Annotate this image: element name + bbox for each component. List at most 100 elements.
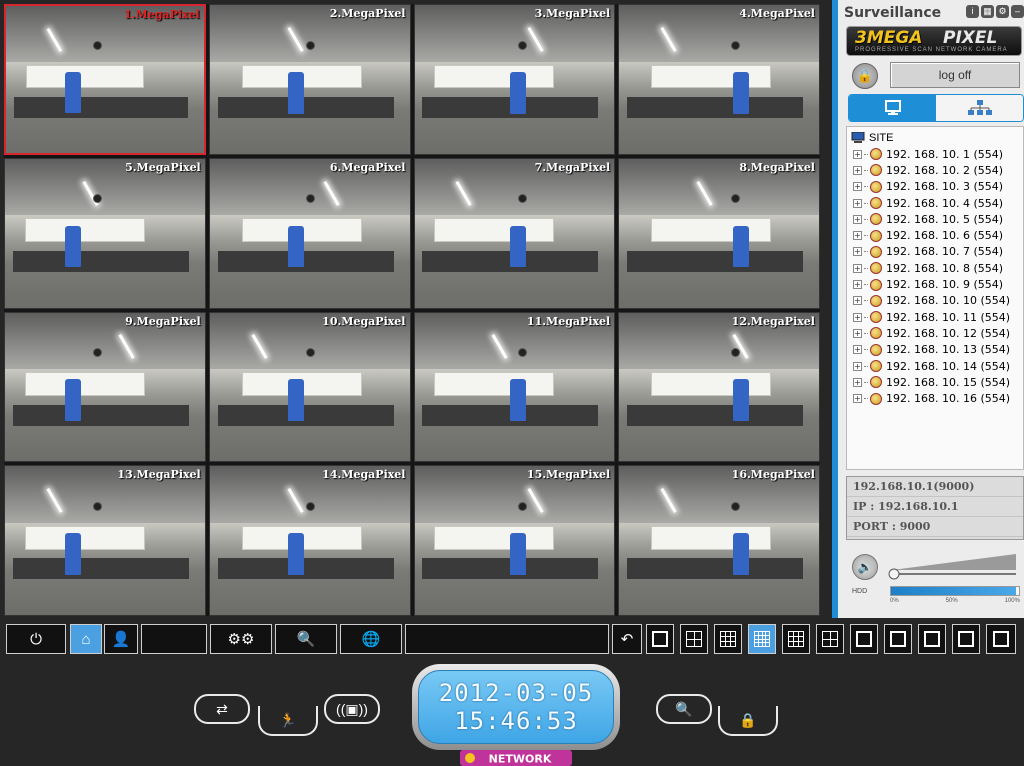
layout-4-button[interactable]	[680, 624, 708, 654]
logoff-button[interactable]: log off	[890, 62, 1020, 88]
expand-icon[interactable]: +	[853, 377, 862, 387]
tree-item[interactable]: +192. 168. 10. 9 (554)	[851, 276, 1023, 292]
expand-icon[interactable]: +	[853, 361, 862, 371]
info-icon[interactable]: i	[966, 5, 979, 18]
camera-tile[interactable]: 6.MegaPixel	[208, 157, 411, 309]
camera-tile[interactable]: 5.MegaPixel	[4, 157, 206, 309]
tree-item[interactable]: +192. 168. 10. 16 (554)	[851, 390, 1023, 406]
logo-secondary: PIXEL	[943, 28, 998, 48]
camera-tile[interactable]: 10.MegaPixel	[208, 311, 411, 463]
power-button[interactable]: ⏻	[6, 624, 66, 654]
expand-icon[interactable]: +	[853, 263, 862, 273]
camera-tile[interactable]: 8.MegaPixel	[618, 157, 820, 309]
expand-icon[interactable]: +	[853, 149, 862, 159]
tree-item[interactable]: +192. 168. 10. 8 (554)	[851, 260, 1023, 276]
backup-button[interactable]: 🔒	[718, 706, 778, 736]
camera-label: 3.MegaPixel	[534, 7, 611, 20]
lock-button[interactable]: 🔒	[852, 63, 878, 89]
tree-item[interactable]: +192. 168. 10. 5 (554)	[851, 211, 1023, 227]
globe-button[interactable]: 🌐	[340, 624, 402, 654]
expand-icon[interactable]: +	[853, 198, 862, 208]
user-button[interactable]: 👤	[104, 624, 138, 654]
camera-tile[interactable]: 16.MegaPixel	[618, 465, 820, 616]
info-connection: 192.168.10.1(9000)	[847, 477, 1023, 497]
expand-icon[interactable]: +	[853, 296, 862, 306]
camera-tile[interactable]: 4.MegaPixel	[618, 4, 820, 155]
layout-d-button[interactable]	[986, 624, 1016, 654]
tree-item[interactable]: +192. 168. 10. 4 (554)	[851, 195, 1023, 211]
clock-face: 2012-03-05 15:46:53	[418, 670, 614, 744]
layout-16-button[interactable]	[748, 624, 776, 654]
volume-slider[interactable]	[888, 552, 1020, 582]
expand-icon[interactable]: +	[853, 182, 862, 192]
expand-icon[interactable]: +	[853, 231, 862, 241]
info-ip: IP : 192.168.10.1	[847, 497, 1023, 517]
tree-item[interactable]: +192. 168. 10. 14 (554)	[851, 358, 1023, 374]
playback-search-button[interactable]: 🔍	[656, 694, 712, 724]
expand-icon[interactable]: +	[853, 165, 862, 175]
tree-item[interactable]: +192. 168. 10. 3 (554)	[851, 179, 1023, 195]
camera-tile[interactable]: 2.MegaPixel	[208, 4, 411, 155]
search-button[interactable]: 🔍	[275, 624, 337, 654]
camera-tile[interactable]: 13.MegaPixel	[4, 465, 206, 616]
expand-icon[interactable]: +	[853, 214, 862, 224]
camera-icon	[870, 294, 882, 307]
expand-icon[interactable]: +	[853, 328, 862, 338]
undo-button[interactable]: ↶	[612, 624, 642, 654]
tree-item[interactable]: +192. 168. 10. 15 (554)	[851, 374, 1023, 390]
expand-icon[interactable]: +	[853, 345, 862, 355]
camera-tile[interactable]: 11.MegaPixel	[413, 311, 616, 463]
layout-9-button[interactable]	[714, 624, 742, 654]
network-badge: NETWORK	[460, 750, 572, 766]
tree-connector	[864, 365, 868, 367]
layout-b-button[interactable]	[918, 624, 946, 654]
tree-item[interactable]: +192. 168. 10. 10 (554)	[851, 293, 1023, 309]
expand-icon[interactable]: +	[853, 280, 862, 290]
grid-icon[interactable]: ▦	[981, 5, 994, 18]
tree-item[interactable]: +192. 168. 10. 1 (554)	[851, 146, 1023, 162]
layout-a-button[interactable]	[884, 624, 912, 654]
tree-item[interactable]: +192. 168. 10. 2 (554)	[851, 162, 1023, 178]
tab-network[interactable]	[936, 95, 1023, 121]
camera-scene-desk	[217, 97, 394, 119]
layout-13-button[interactable]	[850, 624, 878, 654]
camera-scene-window	[434, 525, 555, 550]
tree-connector	[864, 218, 868, 220]
camera-tile[interactable]: 14.MegaPixel	[208, 465, 411, 616]
camera-tile[interactable]: 12.MegaPixel	[618, 311, 820, 463]
tab-monitor[interactable]	[849, 95, 936, 121]
layout-6-button[interactable]	[782, 624, 810, 654]
refresh-button[interactable]: ⇄	[194, 694, 250, 724]
tree-item[interactable]: +192. 168. 10. 13 (554)	[851, 342, 1023, 358]
layout-1-button[interactable]	[646, 624, 674, 654]
tree-item[interactable]: +192. 168. 10. 7 (554)	[851, 244, 1023, 260]
datetime-display: 2012-03-05 15:46:53	[412, 664, 620, 750]
volume-button[interactable]: 🔊	[852, 554, 878, 580]
expand-icon[interactable]: +	[853, 394, 862, 404]
speaker-icon: 🔊	[857, 560, 873, 574]
camera-tile[interactable]: 1.MegaPixel	[4, 4, 206, 155]
camera-tile[interactable]: 15.MegaPixel	[413, 465, 616, 616]
volume-knob[interactable]	[888, 568, 900, 580]
camera-tile[interactable]: 9.MegaPixel	[4, 311, 206, 463]
expand-icon[interactable]: +	[853, 247, 862, 257]
empty-button[interactable]	[141, 624, 207, 654]
camera-scene-chair	[510, 71, 527, 114]
tree-item[interactable]: +192. 168. 10. 12 (554)	[851, 325, 1023, 341]
layout-8-button[interactable]	[816, 624, 844, 654]
camera-icon	[870, 311, 882, 324]
motion-button[interactable]: 🏃	[258, 706, 318, 736]
alarm-button[interactable]: ((▣))	[324, 694, 380, 724]
layout-c-button[interactable]	[952, 624, 980, 654]
tree-item[interactable]: +192. 168. 10. 6 (554)	[851, 227, 1023, 243]
minimize-icon[interactable]: –	[1011, 5, 1024, 18]
site-tree: SITE +192. 168. 10. 1 (554) +192. 168. 10…	[846, 126, 1024, 470]
settings-button[interactable]: ⚙⚙	[210, 624, 272, 654]
camera-tile[interactable]: 3.MegaPixel	[413, 4, 616, 155]
tree-item[interactable]: +192. 168. 10. 11 (554)	[851, 309, 1023, 325]
settings-icon[interactable]: ⚙	[996, 5, 1009, 18]
expand-icon[interactable]: +	[853, 312, 862, 322]
camera-tile[interactable]: 7.MegaPixel	[413, 157, 616, 309]
tree-root[interactable]: SITE	[851, 130, 1023, 146]
home-button[interactable]: ⌂	[70, 624, 102, 654]
